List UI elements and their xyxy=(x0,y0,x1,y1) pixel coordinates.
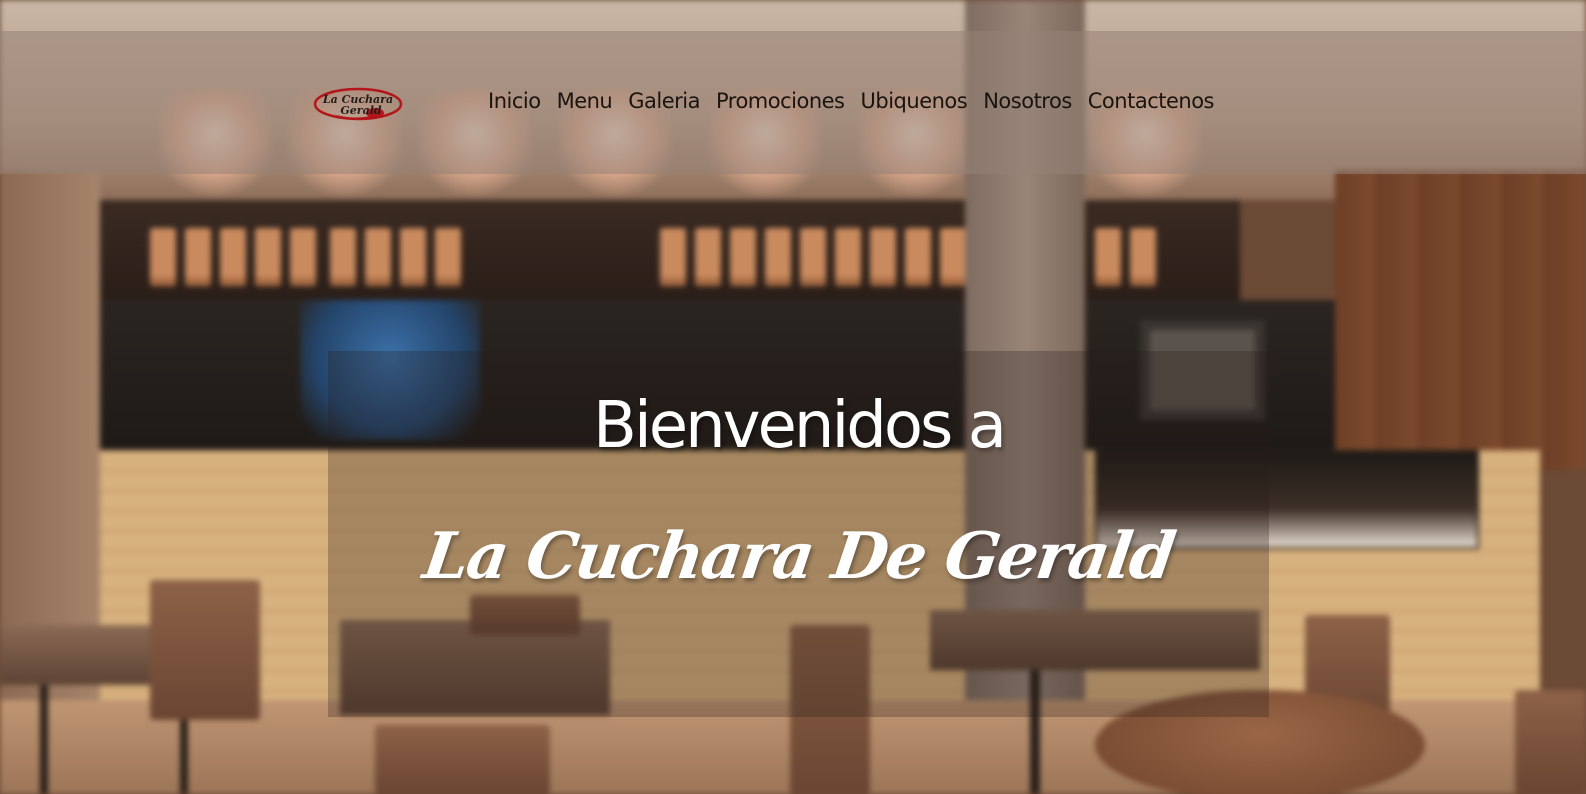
logo-icon: La Cuchara Gerald xyxy=(313,87,403,121)
nav-item-ubiquenos[interactable]: Ubiquenos xyxy=(861,89,968,113)
hero-restaurant-name: La Cuchara De Gerald xyxy=(418,519,1179,594)
nav-item-menu[interactable]: Menu xyxy=(557,89,613,113)
logo-text-line2: Gerald xyxy=(340,104,381,117)
main-nav: Inicio Menu Galeria Promociones Ubiqueno… xyxy=(488,89,1215,113)
nav-item-nosotros[interactable]: Nosotros xyxy=(983,89,1072,113)
hero-overlay: Bienvenidos a La Cuchara De Gerald xyxy=(328,351,1269,717)
nav-item-inicio[interactable]: Inicio xyxy=(488,89,541,113)
nav-item-galeria[interactable]: Galeria xyxy=(628,89,700,113)
site-header: La Cuchara Gerald Inicio Menu Galeria Pr… xyxy=(0,31,1586,174)
nav-item-promociones[interactable]: Promociones xyxy=(716,89,845,113)
site-logo[interactable]: La Cuchara Gerald xyxy=(313,86,403,122)
hero-welcome-text: Bienvenidos a xyxy=(593,389,1007,463)
nav-item-contactenos[interactable]: Contactenos xyxy=(1088,89,1215,113)
page: La Cuchara Gerald Inicio Menu Galeria Pr… xyxy=(0,0,1586,794)
